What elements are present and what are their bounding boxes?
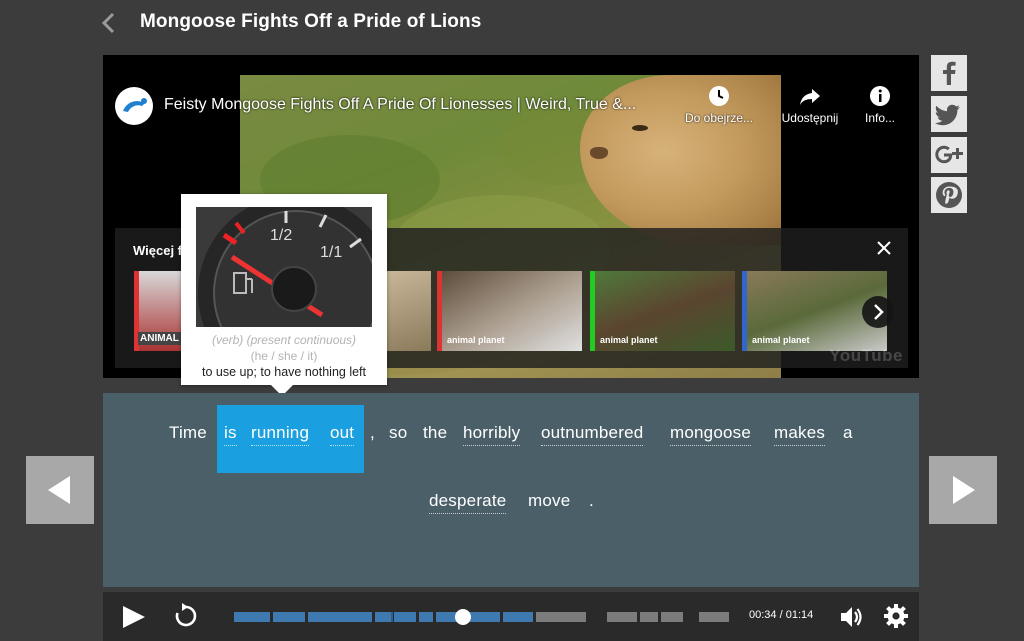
google-plus-icon — [935, 145, 963, 164]
video-thumbnail[interactable]: animal planet — [590, 271, 735, 351]
thumb-brand-label: animal planet — [600, 335, 658, 345]
word[interactable]: horribly — [463, 423, 521, 446]
info-icon — [870, 86, 890, 106]
share-icon — [800, 89, 820, 105]
word[interactable]: desperate — [429, 491, 507, 514]
thumb-brand-label: animal planet — [752, 335, 810, 345]
word[interactable]: move — [528, 491, 570, 511]
share-label: Udostępnij — [781, 111, 839, 125]
current-time: 00:34 — [749, 609, 777, 621]
duration: 01:14 — [785, 609, 814, 621]
word[interactable]: . — [589, 491, 594, 511]
clock-icon — [709, 86, 729, 106]
word[interactable]: , — [370, 423, 375, 443]
pinterest-icon — [936, 182, 962, 208]
chevron-right-icon — [874, 304, 884, 320]
video-thumbnail[interactable] — [383, 271, 431, 351]
previous-sentence-button[interactable] — [26, 456, 94, 524]
thumb-brand-label: animal planet — [447, 335, 505, 345]
animal-planet-logo: ANIMAL PLANET — [138, 332, 186, 345]
player-controls: 00:34 / 01:14 — [103, 592, 919, 641]
facebook-share-button[interactable] — [931, 55, 967, 91]
play-icon[interactable] — [121, 604, 147, 630]
page-title: Mongoose Fights Off a Pride of Lions — [140, 11, 482, 32]
sentence-panel: Time is running out , so the horribly ou… — [103, 393, 919, 587]
watch-later-label: Do obejrze... — [684, 111, 754, 125]
volume-icon[interactable] — [839, 604, 865, 630]
word-selected[interactable]: running — [251, 423, 310, 446]
twitter-share-button[interactable] — [931, 96, 967, 132]
word[interactable]: mongoose — [670, 423, 751, 446]
back-chevron-icon[interactable] — [98, 10, 120, 36]
word-selected[interactable]: is — [224, 423, 237, 446]
word[interactable]: makes — [774, 423, 826, 446]
next-videos-button[interactable] — [862, 296, 894, 328]
word[interactable]: Time — [169, 423, 207, 443]
replay-icon[interactable] — [173, 603, 199, 629]
triangle-right-icon — [953, 476, 975, 504]
watch-later-button[interactable]: Do obejrze... — [679, 85, 759, 125]
time-display: 00:34 / 01:14 — [749, 609, 814, 621]
settings-gear-icon[interactable] — [883, 603, 909, 629]
triangle-left-icon — [48, 476, 70, 504]
share-video-button[interactable]: Udostępnij — [770, 85, 850, 125]
google-plus-share-button[interactable] — [931, 137, 967, 173]
word[interactable]: a — [843, 423, 853, 443]
part-of-speech: (verb) (present continuous) — [211, 333, 357, 347]
word[interactable]: so — [389, 423, 407, 443]
video-thumbnail[interactable]: ANIMAL PLANET — [134, 271, 186, 351]
fuel-gauge-image: 1/2 1/1 — [196, 207, 372, 327]
more-videos-title: Więcej f — [133, 243, 183, 258]
definition-popup: 1/2 1/1 (verb) (present continuous) (he … — [181, 194, 387, 385]
pinterest-share-button[interactable] — [931, 177, 967, 213]
gauge-half-label: 1/2 — [270, 227, 292, 244]
progress-scrubber[interactable] — [455, 609, 471, 625]
video-thumbnail[interactable]: animal planet — [437, 271, 582, 351]
channel-avatar[interactable] — [115, 87, 153, 125]
next-sentence-button[interactable] — [929, 456, 997, 524]
info-button[interactable]: Info... — [840, 85, 919, 125]
facebook-icon — [943, 61, 956, 85]
close-icon[interactable] — [874, 238, 894, 258]
word-selected[interactable]: out — [330, 423, 355, 446]
twitter-icon — [934, 104, 960, 126]
video-title[interactable]: Feisty Mongoose Fights Off A Pride Of Li… — [164, 96, 636, 114]
info-label: Info... — [864, 111, 896, 125]
youtube-watermark: YouTube — [829, 346, 903, 365]
definition-meaning: to use up; to have nothing left — [201, 365, 366, 379]
word[interactable]: outnumbered — [541, 423, 644, 446]
grammatical-persons: (he / she / it) — [250, 349, 318, 363]
word[interactable]: the — [423, 423, 447, 443]
gauge-full-label: 1/1 — [320, 244, 342, 261]
